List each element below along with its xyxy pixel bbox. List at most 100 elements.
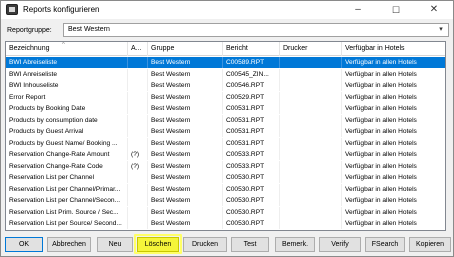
column-divider [341,91,342,103]
cell-name: Reservation Change-Rate Amount [9,151,110,158]
table-row[interactable]: Products by Guest Arrival Best Western C00… [6,126,445,137]
kopieren-button[interactable]: Kopieren [409,237,451,252]
column-divider [279,126,280,137]
table-row[interactable]: BWI Abreiseliste Best Western C00589.RPT Ve… [6,57,445,68]
cell-gruppe: Best Western [151,116,191,124]
column-divider [341,80,342,91]
cell-bericht: C00530.RPT [226,185,265,193]
table-row[interactable]: Products by Guest Name/ Booking ... Best … [6,137,445,149]
cell-gruppe: Best Western [151,105,191,112]
cell-a [128,69,148,80]
column-divider [341,68,342,80]
verify-button[interactable]: Verify [319,237,361,252]
column-divider [147,126,148,137]
table-row[interactable]: Reservation List per Channel Best Western… [6,172,445,183]
cell-name: Reservation List per Channel [9,174,95,181]
table-row[interactable]: Reservation Change-Rate Amount (?) Best We… [6,149,445,160]
cell-name: Products by Guest Arrival [9,128,84,135]
column-divider [127,149,128,160]
column-divider [222,80,223,91]
column-divider [147,206,148,218]
cell-drucker [280,207,342,218]
loeschen-button[interactable]: Löschen [137,237,179,252]
bemerk-button[interactable]: Bemerk. [275,237,315,252]
cell-bericht: C00531.RPT [226,116,265,124]
table-row[interactable]: Reservation Change-Rate Code (?) Best West… [6,160,445,172]
cell-a: (?) [131,151,140,158]
table-row[interactable]: Reservation List Prim. Source / Sec... Be… [6,206,445,218]
cell-drucker [280,69,342,80]
cell-bericht: C00533.RPT [226,151,265,158]
button-bar: OK Abbrechen Neu Löschen Drucken Test Bemerk. V… [1,234,453,255]
cell-name: Reservation List per Source/ Second... [9,220,122,227]
cell-a [128,184,148,195]
reportgruppe-select[interactable]: Best Western ▾ [63,23,449,37]
table-row[interactable]: Products by Booking Date Best Western C005… [6,103,445,114]
app-icon [6,4,18,15]
cell-bericht: C00531.RPT [226,128,265,135]
column-divider [222,57,223,68]
table-row[interactable]: Error Report Best Western C00529.RPT Verfüg… [6,91,445,103]
column-header-bericht[interactable]: Bericht [223,42,280,56]
window-title: Reports konfigurieren [23,5,100,14]
test-button[interactable]: Test [231,237,269,252]
cell-name: Reservation List Prim. Source / Sec... [9,208,119,216]
table-row[interactable]: BWI Anreiseliste Best Western C00545_ZIN..… [6,68,445,80]
table-row[interactable]: Reservation List per Channel/Secon... Bes… [6,195,445,206]
abbrechen-button[interactable]: Abbrechen [47,237,91,252]
minimize-icon[interactable]: – [343,2,373,18]
cell-gruppe: Best Western [151,139,191,147]
cell-verfuegbar: Verfügbar in allen Hotels [345,139,417,147]
column-divider [222,160,223,172]
maximize-icon[interactable]: ☐ [381,2,411,18]
close-icon[interactable]: ✕ [419,2,449,18]
column-divider [147,91,148,103]
cell-bericht: C00530.RPT [226,174,265,181]
scrollbar[interactable] [447,41,452,231]
cell-gruppe: Best Western [151,208,191,216]
column-divider [279,103,280,114]
table-row[interactable]: BWI Inhouseliste Best Western C00546.RPT Ve… [6,80,445,91]
cell-a [128,218,148,229]
drucken-button[interactable]: Drucken [183,237,227,252]
cell-name: BWI Anreiseliste [9,70,58,78]
cell-name: BWI Abreiseliste [9,59,58,66]
cell-drucker [280,172,342,183]
cell-verfuegbar: Verfügbar in allen Hotels [345,59,417,66]
cell-name: Products by consumption date [9,116,98,124]
column-divider [341,126,342,137]
cell-name: BWI Inhouseliste [9,82,59,89]
chevron-down-icon: ▾ [439,26,443,33]
column-divider [279,57,280,68]
cell-drucker [280,218,342,229]
cell-verfuegbar: Verfügbar in allen Hotels [345,105,417,112]
column-divider [147,172,148,183]
cell-verfuegbar: Verfügbar in allen Hotels [345,208,417,216]
ok-button[interactable]: OK [5,237,43,252]
column-divider [341,114,342,126]
table-row[interactable]: Reservation List per Channel/Primar... Be… [6,183,445,195]
column-divider [341,137,342,149]
column-header-bezeichnung[interactable]: Bezeichnung [6,42,128,56]
cell-gruppe: Best Western [151,220,191,227]
column-header-verfuegbar[interactable]: Verfügbar in Hotels [342,42,445,56]
sort-up-icon: ^ [62,42,65,48]
cell-bericht: C00546.RPT [226,82,265,89]
column-header-a[interactable]: A... [128,42,148,56]
column-divider [222,218,223,229]
reportgruppe-label: Reportgruppe: [7,27,52,34]
cell-gruppe: Best Western [151,197,191,204]
table-row[interactable]: Reservation List per Source/ Second... Be… [6,218,445,229]
cell-bericht: C00545_ZIN... [226,70,269,78]
column-header-drucker[interactable]: Drucker [280,42,342,56]
cell-verfuegbar: Verfügbar in allen Hotels [345,151,417,158]
column-divider [127,91,128,103]
neu-button[interactable]: Neu [97,237,133,252]
column-header-gruppe[interactable]: Gruppe [148,42,223,56]
table-row[interactable]: Products by consumption date Best Western… [6,114,445,126]
column-divider [222,172,223,183]
cell-a [128,126,148,137]
fsearch-button[interactable]: FSearch [365,237,405,252]
column-divider [341,103,342,114]
column-divider [279,195,280,206]
